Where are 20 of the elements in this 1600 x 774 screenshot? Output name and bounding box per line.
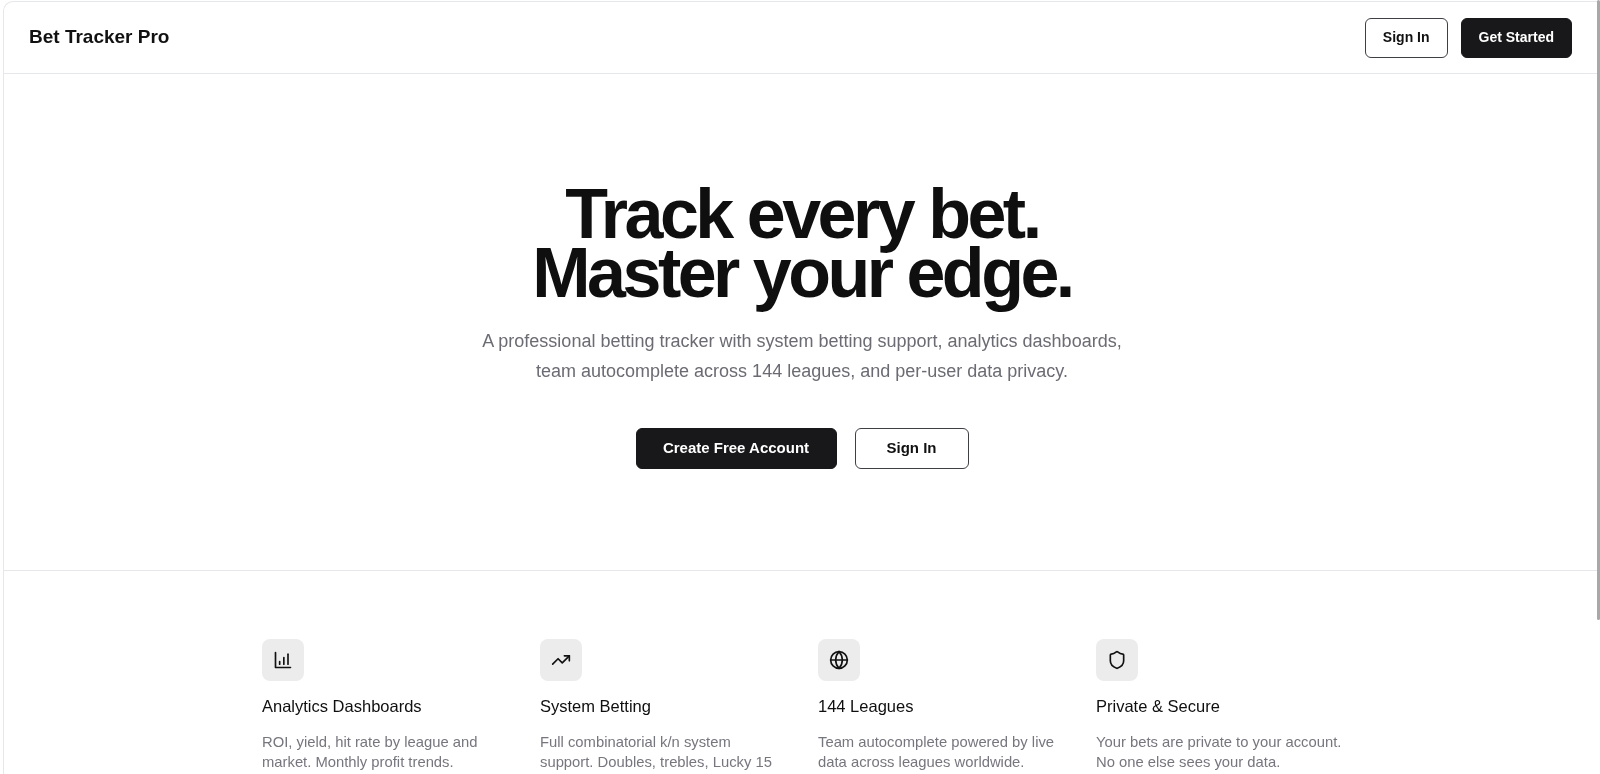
feature-description: ROI, yield, hit rate by league and market. Monthly profit trends. bbox=[262, 733, 479, 772]
hero-heading: Track every bet. Master your edge. bbox=[532, 185, 1072, 313]
feature-title: Private & Secure bbox=[1096, 696, 1220, 717]
hero-subtitle: A professional betting tracker with system betting support, analytics dashboards, team autocomplete across 144 leagues, and per-user data privacy. bbox=[481, 330, 1123, 383]
sign-in-button[interactable]: Sign In bbox=[854, 428, 969, 469]
feature-description: Full combinatorial k/n system support. Doubles, trebles, Lucky 15 bbox=[540, 733, 773, 772]
globe-icon bbox=[818, 639, 860, 681]
feature-title: Analytics Dashboards bbox=[262, 696, 422, 717]
trending-up-icon bbox=[540, 639, 582, 681]
scrollbar-thumb[interactable] bbox=[1597, 0, 1600, 620]
feature-description: Your bets are private to your account. No one else sees your data. bbox=[1096, 733, 1342, 772]
shield-icon bbox=[1096, 639, 1138, 681]
feature-description: Team autocomplete powered by live data across leagues worldwide. bbox=[818, 733, 1056, 772]
feature-title: 144 Leagues bbox=[818, 696, 914, 717]
get-started-button[interactable]: Get Started bbox=[1460, 17, 1572, 58]
site-logo-text[interactable]: Bet Tracker Pro bbox=[29, 23, 170, 52]
bar-chart-icon bbox=[262, 639, 304, 681]
sign-in-button[interactable]: Sign In bbox=[1364, 17, 1448, 58]
feature-title: System Betting bbox=[540, 696, 651, 717]
create-account-button[interactable]: Create Free Account bbox=[635, 428, 837, 469]
